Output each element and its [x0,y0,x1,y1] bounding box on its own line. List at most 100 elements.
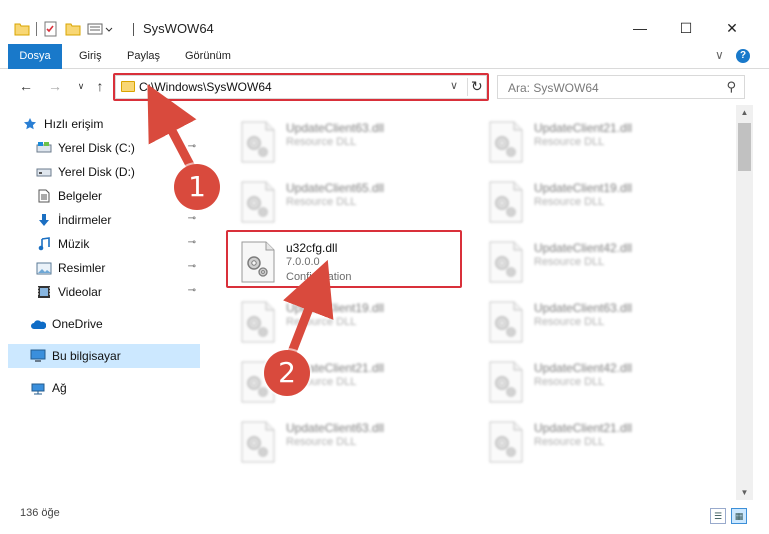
pin-icon[interactable]: ⊸ [188,285,196,296]
vertical-scrollbar[interactable]: ▲ ▼ [736,105,753,500]
sidebar-item-label: Yerel Disk (C:) [58,141,135,155]
file-tile[interactable]: UpdateClient63.dll Resource DLL [226,113,458,167]
forward-button[interactable]: → [46,77,64,95]
download-icon [36,212,52,228]
sidebar-item-label: Videolar [58,285,102,299]
sidebar-item-label: Belgeler [58,189,103,203]
dll-file-icon [241,121,275,163]
search-input[interactable]: Ara: SysWOW64 [508,81,599,95]
file-tile[interactable]: UpdateClient42.dll Resource DLL [474,353,706,407]
close-button[interactable]: ✕ [722,18,742,38]
file-detail: Resource DLL [286,436,357,448]
file-tile[interactable]: UpdateClient63.dll Resource DLL [474,293,706,347]
sidebar-item-onedrive[interactable]: OneDrive [30,312,200,336]
quick-access-toolbar [14,20,113,38]
file-detail: Resource DLL [286,136,357,148]
ribbon-tabs: Dosya Giriş Paylaş Görünüm ∨ ? [0,44,769,69]
file-detail: Resource DLL [534,376,605,388]
pin-icon[interactable]: ⊸ [188,141,196,152]
help-icon[interactable]: ? [736,49,750,63]
dll-file-icon [489,241,523,283]
computer-icon [30,348,46,364]
file-tile[interactable]: UpdateClient65.dll Resource DLL [226,173,458,227]
properties-icon[interactable] [43,21,59,37]
dll-file-icon [241,421,275,463]
dll-file-icon [489,301,523,343]
item-count: 136 öğe [20,507,60,519]
drive-icon [36,140,52,156]
scroll-thumb[interactable] [738,123,751,171]
file-name: UpdateClient63.dll [534,301,633,315]
sidebar-item-label: Ağ [52,381,67,395]
tab-share[interactable]: Paylaş [127,44,160,69]
up-button[interactable]: ↑ [91,77,109,95]
recent-locations-button[interactable]: ∨ [72,77,90,95]
sidebar-item-music[interactable]: Müzik ⊸ [36,232,200,256]
sidebar-item-label: OneDrive [52,317,103,331]
sidebar-item-local-disk-c[interactable]: Yerel Disk (C:) ⊸ [36,136,200,160]
ribbon-expand-chevron-icon[interactable]: ∨ [715,48,724,62]
explorer-window: SysWOW64 — ☐ ✕ Dosya Giriş Paylaş Görünü… [0,0,769,534]
file-name: UpdateClient21.dll [534,121,633,135]
tab-file[interactable]: Dosya [8,44,62,69]
sidebar-item-videos[interactable]: Videolar ⊸ [36,280,200,304]
dll-file-icon [489,181,523,223]
document-icon [36,188,52,204]
sidebar-item-network[interactable]: Ağ [30,376,200,400]
minimize-button[interactable]: — [630,18,650,38]
file-tile[interactable]: UpdateClient21.dll Resource DLL [474,413,706,467]
dll-file-icon [489,121,523,163]
pin-icon[interactable]: ⊸ [188,261,196,272]
toolbar-divider [36,22,37,36]
sidebar-item-quick-access[interactable]: Hızlı erişim [22,112,200,136]
file-tile[interactable]: UpdateClient19.dll Resource DLL [474,173,706,227]
file-tile[interactable]: UpdateClient42.dll Resource DLL [474,233,706,287]
file-name: UpdateClient63.dll [286,421,385,435]
tiles-view-button[interactable]: ▦ [731,508,747,524]
pin-icon[interactable]: ⊸ [188,237,196,248]
tab-view[interactable]: Görünüm [185,44,231,69]
sidebar-item-this-pc[interactable]: Bu bilgisayar [8,344,200,368]
file-detail: Resource DLL [534,196,605,208]
back-button[interactable]: ← [17,77,35,95]
file-highlight-box [226,230,462,288]
folder-icon [14,23,30,36]
file-detail: Resource DLL [286,196,357,208]
window-title: SysWOW64 [143,21,214,36]
scroll-down-button[interactable]: ▼ [736,485,753,500]
sidebar-item-pictures[interactable]: Resimler ⊸ [36,256,200,280]
dll-file-icon [489,361,523,403]
picture-icon [36,260,52,276]
file-tile[interactable]: UpdateClient19.dll Resource DLL [226,293,458,347]
sidebar-item-downloads[interactable]: İndirmeler ⊸ [36,208,200,232]
status-bar: 136 öğe ☰ ▦ [0,500,769,534]
address-highlight-box [113,73,489,101]
step-badge-1: 1 [174,164,220,210]
new-folder-icon[interactable] [65,21,81,37]
sidebar-item-label: Yerel Disk (D:) [58,165,135,179]
file-name: UpdateClient19.dll [286,301,385,315]
sidebar-item-label: Resimler [58,261,106,275]
sidebar-item-label: Müzik [58,237,90,251]
pin-icon[interactable]: ⊸ [188,213,196,224]
step-badge-2: 2 [264,350,310,396]
file-list: UpdateClient21.dll Resource DLL UpdateClie… [214,105,736,500]
network-icon [30,380,46,396]
customize-toolbar-icon[interactable] [87,21,113,37]
video-icon [36,284,52,300]
file-tile[interactable]: UpdateClient63.dll Resource DLL [226,413,458,467]
file-tile[interactable]: UpdateClient21.dll Resource DLL [226,353,458,407]
sidebar-item-label: Bu bilgisayar [52,349,121,363]
scroll-up-button[interactable]: ▲ [736,105,753,120]
cloud-icon [30,316,46,332]
search-icon[interactable]: ⚲ [726,79,736,95]
search-box[interactable]: Ara: SysWOW64 ⚲ [497,75,745,99]
file-name: UpdateClient21.dll [534,421,633,435]
file-name: UpdateClient63.dll [286,121,385,135]
file-tile[interactable]: UpdateClient21.dll Resource DLL [474,113,706,167]
details-view-button[interactable]: ☰ [710,508,726,524]
sidebar-item-label: İndirmeler [58,213,112,227]
tab-home[interactable]: Giriş [79,44,102,69]
maximize-button[interactable]: ☐ [676,18,696,38]
music-icon [36,236,52,252]
